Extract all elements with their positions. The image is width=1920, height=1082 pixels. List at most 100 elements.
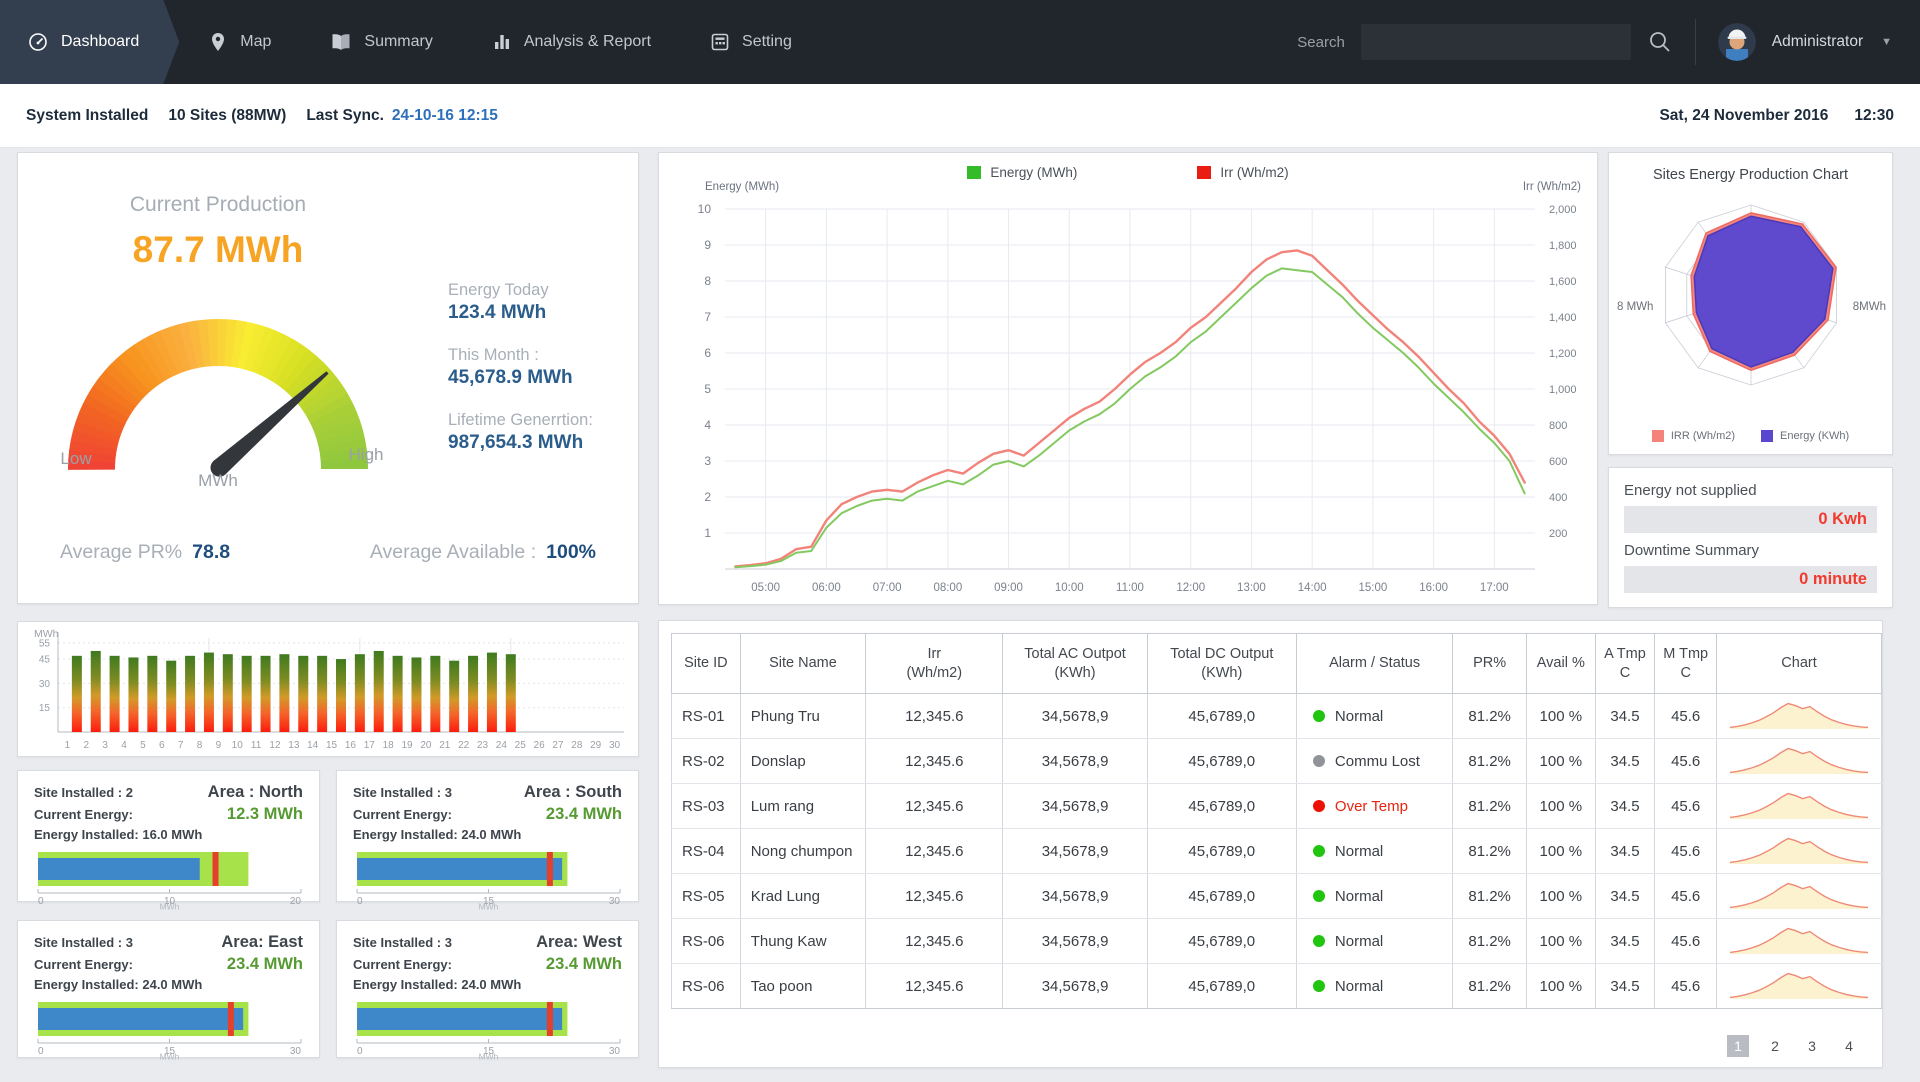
svg-text:1,000: 1,000	[1549, 384, 1577, 396]
energy-installed-label: Energy Installed: 24.0 MWh	[353, 977, 522, 992]
current-energy-label: Current Energy:	[34, 807, 133, 822]
cell-m_tmp: 45.6	[1654, 963, 1718, 1009]
search-input[interactable]	[1360, 24, 1631, 60]
svg-text:MWh: MWh	[160, 902, 180, 911]
user-name: Administrator	[1771, 33, 1864, 50]
svg-text:09:00: 09:00	[994, 582, 1023, 594]
table-row[interactable]: RS-01 Phung Tru 12,345.6 34,5678,9 45,6789,0…	[671, 693, 1882, 739]
svg-text:15: 15	[39, 703, 51, 714]
system-installed-label: System Installed	[26, 106, 149, 124]
cell-irr: 12,345.6	[865, 918, 1004, 964]
sites-energy-radar-panel: Sites Energy Production Chart 8 MWh 8MWh…	[1608, 152, 1893, 455]
cell-avail: 100 %	[1525, 963, 1596, 1009]
svg-text:800: 800	[1549, 420, 1567, 432]
table-row[interactable]: RS-06 Tao poon 12,345.6 34,5678,9 45,6789,0 N…	[671, 963, 1882, 1009]
search-icon[interactable]	[1647, 29, 1673, 55]
average-available-value: 100%	[546, 541, 596, 563]
avatar[interactable]	[1717, 23, 1756, 61]
svg-text:10: 10	[232, 740, 244, 751]
svg-text:0: 0	[38, 1046, 44, 1057]
site-trend-sparkline	[1729, 837, 1869, 864]
status-text: Normal	[1334, 842, 1384, 860]
cell-alarm-status: Over Temp	[1295, 783, 1454, 829]
nav-right: Search Administrator ▼	[1297, 0, 1920, 84]
svg-text:11:00: 11:00	[1116, 582, 1144, 594]
energy-irr-chart-panel: Energy (MWh) Irr (Wh/m2) Energy (MWh) Ir…	[658, 152, 1598, 605]
table-row[interactable]: RS-02 Donslap 12,345.6 34,5678,9 45,6789,0 Co…	[671, 738, 1882, 784]
cell-irr: 12,345.6	[865, 963, 1004, 1009]
nav-item-summary[interactable]: Summary	[301, 0, 462, 84]
stat-value: 987,654.3 MWh	[448, 432, 584, 453]
cell-ac: 34,5678,9	[1002, 783, 1148, 829]
cell-sparkline	[1716, 828, 1882, 874]
cell-irr: 12,345.6	[865, 828, 1004, 874]
book-icon	[331, 33, 351, 51]
page-button-1[interactable]: 1	[1727, 1035, 1749, 1057]
cell-m_tmp: 45.6	[1654, 918, 1718, 964]
cell-site_id: RS-06	[671, 963, 741, 1009]
page-button-3[interactable]: 3	[1801, 1035, 1823, 1057]
nav-item-setting[interactable]: Setting	[681, 0, 822, 84]
south-bullet-chart: 0 15 30MWh	[356, 852, 621, 912]
cell-site_id: RS-05	[671, 873, 741, 919]
page-button-4[interactable]: 4	[1838, 1035, 1860, 1057]
svg-text:21: 21	[439, 740, 451, 751]
cell-site_id: RS-03	[671, 783, 741, 829]
nav-item-analysis-report[interactable]: Analysis & Report	[463, 0, 681, 84]
site-trend-sparkline	[1729, 702, 1869, 729]
status-dot	[1312, 845, 1325, 857]
current-energy-label: Current Energy:	[353, 957, 452, 972]
svg-text:45: 45	[39, 655, 51, 666]
search-label: Search	[1297, 33, 1345, 51]
energy-not-supplied-panel: Energy not supplied 0 Kwh Downtime Summa…	[1608, 467, 1893, 608]
cell-avail: 100 %	[1525, 738, 1596, 784]
nav-divider	[1694, 19, 1696, 65]
status-text: Normal	[1334, 977, 1384, 995]
table-row[interactable]: RS-06 Thung Kaw 12,345.6 34,5678,9 45,6789,0…	[671, 918, 1882, 964]
cell-pr: 81.2%	[1452, 693, 1527, 739]
average-available-label: Average Available :	[369, 541, 537, 563]
daily-production-bars-panel: MWh 15 30 45 55 1 2 3 4 5 6 7 8 9 10 11 12 13 14 15 16 17 18 1…	[17, 621, 639, 757]
column-header: Total DC Output (KWh)	[1146, 633, 1297, 694]
downtime-summary-value: 0 minute	[1624, 566, 1877, 593]
cell-m_tmp: 45.6	[1654, 828, 1718, 874]
svg-text:12: 12	[269, 740, 281, 751]
average-pr-label: Average PR%	[60, 541, 183, 563]
table-row[interactable]: RS-04 Nong chumpon 12,345.6 34,5678,9 45,678…	[671, 828, 1882, 874]
svg-text:26: 26	[534, 740, 546, 751]
cell-pr: 81.2%	[1452, 738, 1527, 784]
cell-alarm-status: Normal	[1295, 918, 1454, 964]
cell-site_id: RS-01	[671, 693, 741, 739]
cell-site_name: Lum rang	[739, 783, 867, 829]
cell-sparkline	[1716, 783, 1882, 829]
sites-table: Site ID Site Name Irr (Wh/m2) Total AC Outp…	[671, 633, 1882, 1009]
svg-text:5: 5	[704, 382, 711, 396]
table-row[interactable]: RS-03 Lum rang 12,345.6 34,5678,9 45,6789,0 O…	[671, 783, 1882, 829]
status-text: Normal	[1334, 707, 1384, 725]
west-bullet-chart: 0 15 30MWh	[356, 1002, 621, 1062]
site-installed: Site Installed : 3	[353, 785, 452, 800]
svg-text:17: 17	[364, 740, 376, 751]
svg-text:5: 5	[140, 740, 146, 751]
radar-swatch-energy	[1761, 430, 1774, 442]
nav-item-dashboard[interactable]: Dashboard	[0, 0, 179, 84]
area-panel-south: Site Installed : 3 Area : South Current E…	[336, 770, 639, 912]
page-button-2[interactable]: 2	[1764, 1035, 1786, 1057]
chevron-down-icon[interactable]: ▼	[1881, 36, 1892, 48]
current-energy-value: 23.4 MWh	[226, 955, 303, 973]
energy-installed-label: Energy Installed: 24.0 MWh	[353, 827, 522, 842]
svg-text:17:00: 17:00	[1480, 582, 1509, 594]
nav-item-label: Analysis & Report	[523, 33, 652, 50]
gauge-high-label: High	[348, 445, 384, 464]
table-header-row: Site ID Site Name Irr (Wh/m2) Total AC Outp…	[671, 633, 1882, 694]
legend-label: Energy (KWh)	[1780, 430, 1850, 442]
area-name: Area: East	[221, 933, 303, 951]
current-production-value: 87.7 MWh	[132, 229, 304, 270]
sub-header: System Installed 10 Sites (88MW) Last Sy…	[0, 84, 1920, 148]
nav-item-map[interactable]: Map	[179, 0, 301, 84]
svg-text:18: 18	[383, 740, 395, 751]
svg-text:1,600: 1,600	[1549, 276, 1577, 288]
production-stats: Energy Today 123.4 MWh This Month : 45,6…	[448, 281, 593, 454]
table-row[interactable]: RS-05 Krad Lung 12,345.6 34,5678,9 45,6789,0…	[671, 873, 1882, 919]
cell-ac: 34,5678,9	[1002, 873, 1148, 919]
